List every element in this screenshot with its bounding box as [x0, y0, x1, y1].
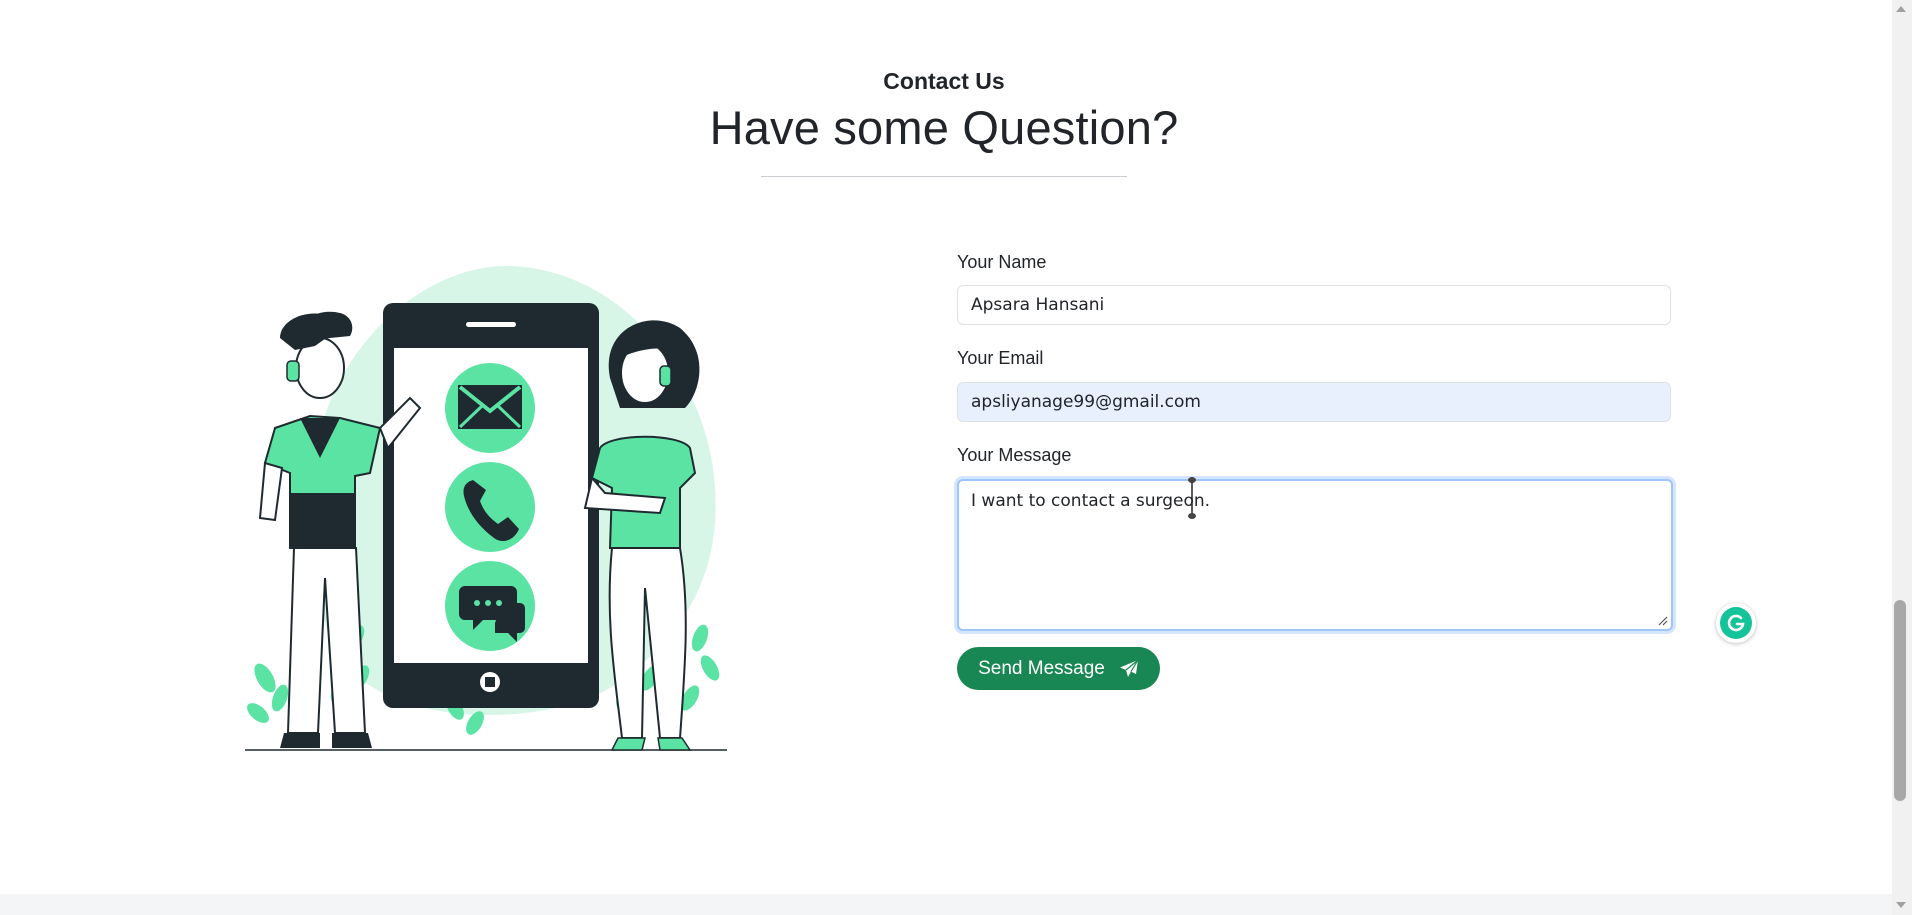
- message-textarea[interactable]: I want to contact a surgeon.: [957, 479, 1673, 631]
- message-label: Your Message: [957, 445, 1072, 465]
- scroll-up-icon[interactable]: [1896, 6, 1906, 12]
- scrollbar-thumb[interactable]: [1894, 600, 1906, 801]
- section-title: Have some Question?: [0, 100, 1888, 155]
- phone-device: [383, 303, 599, 708]
- text-cursor-icon: [1188, 477, 1196, 519]
- send-message-label: Send Message: [978, 657, 1105, 679]
- paper-plane-icon: [1119, 659, 1139, 677]
- resize-grip-icon[interactable]: [1658, 616, 1668, 626]
- email-label: Your Email: [957, 348, 1044, 368]
- email-input[interactable]: apsliyanage99@gmail.com: [957, 382, 1671, 422]
- contact-phone-illustration: [245, 265, 727, 751]
- title-light: Have some: [709, 101, 963, 154]
- name-label: Your Name: [957, 252, 1047, 272]
- title-divider: [761, 176, 1127, 177]
- scroll-down-icon[interactable]: [1896, 902, 1906, 908]
- mail-icon: [458, 385, 522, 429]
- email-input-value: apsliyanage99@gmail.com: [971, 392, 1201, 412]
- name-input-value: Apsara Hansani: [971, 295, 1105, 315]
- title-bold: Question?: [962, 101, 1179, 154]
- grammarly-button[interactable]: [1716, 603, 1756, 643]
- section-kicker: Contact Us: [883, 68, 1005, 94]
- send-message-button[interactable]: Send Message: [957, 647, 1160, 690]
- grammarly-icon: [1720, 607, 1752, 639]
- footer-strip: [0, 894, 1892, 915]
- message-textarea-value: I want to contact a surgeon.: [971, 491, 1211, 511]
- name-input[interactable]: Apsara Hansani: [957, 285, 1671, 325]
- contact-section: Contact Us Have some Question? Your Name…: [0, 0, 1892, 915]
